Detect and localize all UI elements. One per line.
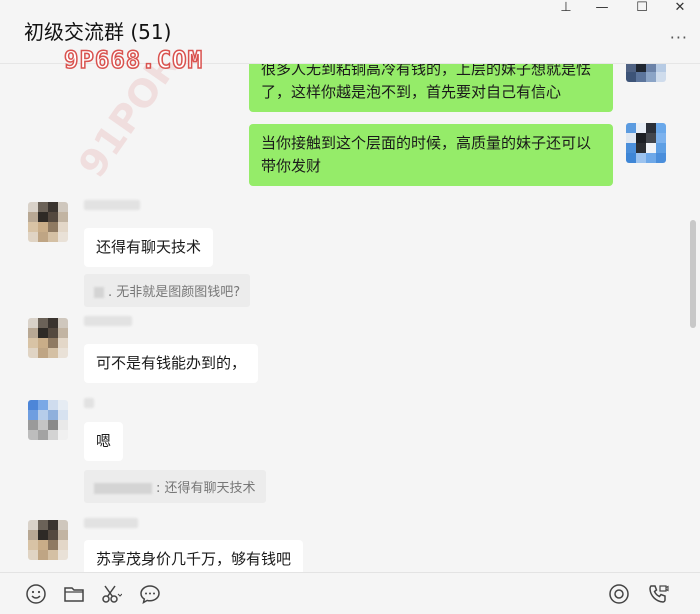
scissors-icon[interactable] xyxy=(100,583,122,605)
pin-icon[interactable]: ⊥ xyxy=(548,0,584,18)
member-name-blurred xyxy=(84,200,140,210)
quoted-message[interactable]: . 无非就是图颜图钱吧? xyxy=(84,274,251,307)
member-avatar[interactable] xyxy=(28,400,68,440)
folder-icon[interactable] xyxy=(63,583,85,605)
message-bubble-incoming[interactable]: 嗯 xyxy=(84,422,124,461)
input-toolbar xyxy=(0,572,700,614)
quote-text: . 无非就是图颜图钱吧? xyxy=(108,285,241,300)
close-button[interactable]: ✕ xyxy=(662,0,698,18)
member-avatar[interactable] xyxy=(28,520,68,560)
maximize-button[interactable]: ☐ xyxy=(624,0,660,18)
more-options-button[interactable]: ··· xyxy=(670,28,688,47)
member-name-blurred xyxy=(84,518,138,528)
live-icon[interactable] xyxy=(608,583,630,605)
quote-author-blurred xyxy=(94,483,152,494)
quote-text: : 还得有聊天技术 xyxy=(156,481,256,496)
quote-author-blurred xyxy=(94,287,104,298)
chat-title: 初级交流群 (51) xyxy=(24,20,172,44)
message-bubble-outgoing[interactable]: 很多人无到粘铜高冷有钱的，上层的妹子想就是怯了，这样你越是泡不到，首先要对自己有… xyxy=(249,64,613,112)
chat-scrollbar[interactable] xyxy=(690,220,696,328)
message-bubble-outgoing[interactable]: 当你接触到这个层面的时候，高质量的妹子还可以带你发财 xyxy=(249,124,613,186)
call-icon[interactable] xyxy=(647,583,669,605)
chat-history-icon[interactable] xyxy=(139,583,161,605)
self-avatar[interactable] xyxy=(626,64,666,82)
member-name-blurred xyxy=(84,398,94,408)
minimize-button[interactable]: — xyxy=(584,0,620,18)
message-bubble-incoming[interactable]: 还得有聊天技术 xyxy=(84,228,214,267)
emoji-icon[interactable] xyxy=(25,583,47,605)
member-avatar[interactable] xyxy=(28,318,68,358)
message-bubble-incoming[interactable]: 可不是有钱能办到的， xyxy=(84,344,259,383)
message-bubble-incoming[interactable]: 苏享茂身价几千万，够有钱吧 xyxy=(84,540,304,572)
self-avatar[interactable] xyxy=(626,123,666,163)
site-watermark: 9P668.COM xyxy=(63,45,204,75)
member-avatar[interactable] xyxy=(28,202,68,242)
quoted-message[interactable]: : 还得有聊天技术 xyxy=(84,470,266,503)
member-name-blurred xyxy=(84,316,132,326)
